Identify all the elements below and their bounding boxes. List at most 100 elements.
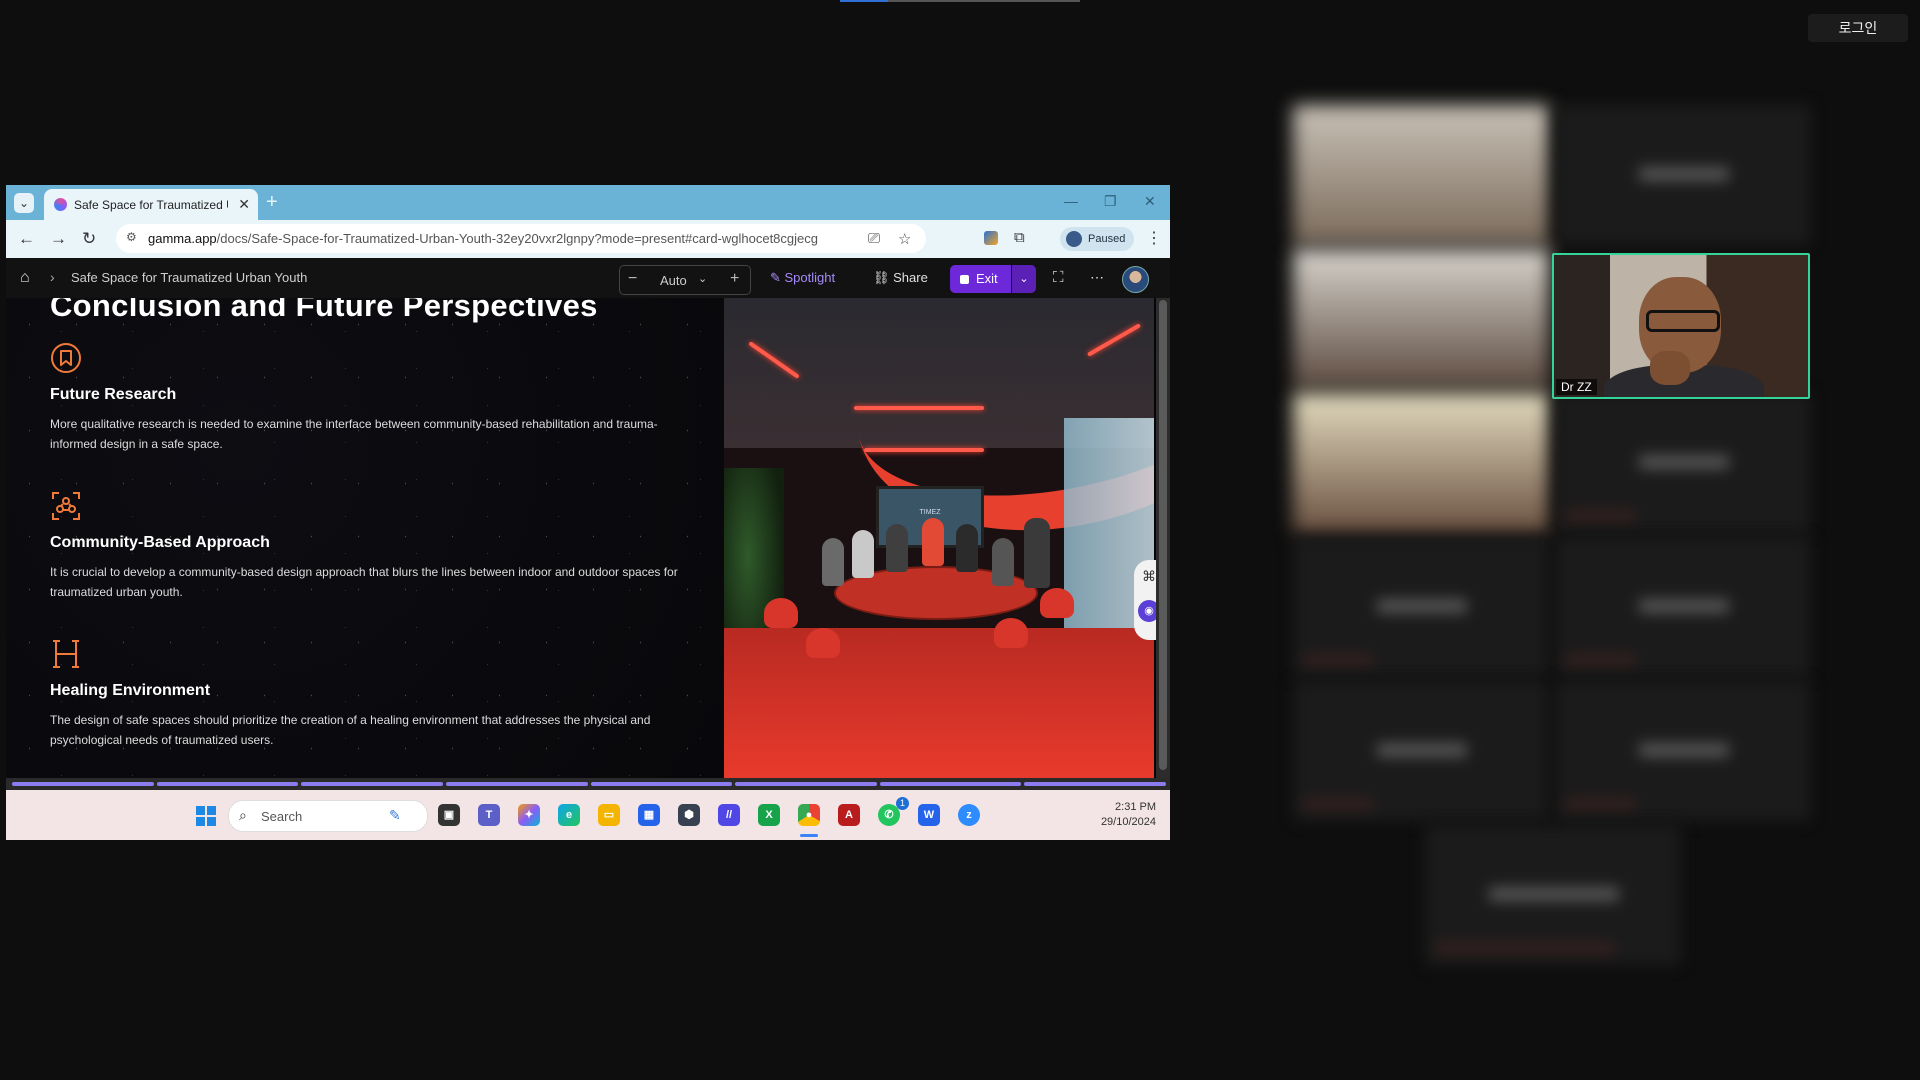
participant-video-tile[interactable]	[1293, 105, 1549, 245]
participant-tile[interactable]	[1425, 825, 1681, 965]
search-placeholder: Search	[261, 809, 303, 824]
browser-tab-bar: ⌄ Safe Space for Traumatized Urb ✕ + — ❐…	[6, 185, 1170, 220]
fullscreen-icon[interactable]: ⛶	[1053, 269, 1064, 286]
xbox-icon[interactable]: X	[758, 804, 780, 826]
feature-body: More qualitative research is needed to e…	[50, 417, 658, 451]
gamma-toolbar: ⌂ › Safe Space for Traumatized Urban You…	[6, 258, 1170, 298]
search-highlight-icon: ✎	[389, 807, 401, 823]
install-app-icon[interactable]: ⎚	[868, 230, 880, 247]
bookmark-icon	[51, 343, 81, 373]
profile-paused-button[interactable]: Paused	[1060, 227, 1134, 251]
participant-video-tile[interactable]	[1293, 249, 1549, 389]
whatsapp-notification-badge: 1	[896, 797, 909, 810]
screen-share-indicator	[840, 0, 1080, 2]
zoom-control: − Auto ⌄ +	[619, 265, 751, 295]
copilot-icon[interactable]: ✦	[518, 804, 540, 826]
chrome-active-indicator	[800, 834, 818, 837]
close-window-icon[interactable]: ✕	[1144, 193, 1156, 210]
slide-photo-meeting-room: TIMEZ	[724, 298, 1154, 778]
spotlight-button[interactable]: ✎ Spotlight	[770, 270, 835, 286]
close-tab-icon[interactable]: ✕	[238, 196, 250, 213]
login-button[interactable]: 로그인	[1808, 14, 1908, 42]
user-avatar[interactable]	[1122, 266, 1149, 293]
chevron-down-icon[interactable]: ⌄	[698, 272, 707, 285]
browser-toolbar: ← → ↻ ⚙ gamma.app/docs/Safe-Space-for-Tr…	[6, 220, 1170, 258]
minimize-icon[interactable]: —	[1064, 193, 1078, 209]
feature-body: It is crucial to develop a community-bas…	[50, 565, 678, 599]
clock-date: 29/10/2024	[1100, 816, 1156, 828]
exit-dropdown-chevron-icon[interactable]: ⌄	[1012, 265, 1036, 293]
exit-present-button[interactable]: Exit	[950, 265, 1011, 293]
progress-segment[interactable]	[1024, 782, 1166, 786]
grid-apps-icon[interactable]: ⌘	[1142, 568, 1156, 585]
speaker-name-label: Dr ZZ	[1556, 379, 1597, 395]
letter-h-icon	[53, 640, 79, 668]
progress-segment[interactable]	[12, 782, 154, 786]
file-explorer-icon[interactable]: ▭	[598, 804, 620, 826]
tab-search-icon[interactable]: ⌄	[14, 193, 34, 213]
address-bar[interactable]: ⚙ gamma.app/docs/Safe-Space-for-Traumati…	[116, 224, 926, 253]
task-view-icon[interactable]: ▣	[438, 804, 460, 826]
slide-scrollbar[interactable]	[1156, 298, 1170, 778]
edge-icon[interactable]: e	[558, 804, 580, 826]
progress-segment[interactable]	[301, 782, 443, 786]
participant-tile[interactable]	[1293, 537, 1549, 677]
word-icon[interactable]: W	[918, 804, 940, 826]
breadcrumb[interactable]: Safe Space for Traumatized Urban Youth	[71, 270, 307, 285]
progress-segment[interactable]	[590, 782, 733, 786]
progress-segment[interactable]	[879, 782, 1022, 786]
new-tab-button[interactable]: +	[266, 191, 278, 214]
zoom-app-icon[interactable]: z	[958, 804, 980, 826]
more-options-icon[interactable]: ⋯	[1090, 269, 1104, 286]
gamma-favicon-icon	[54, 198, 67, 211]
participant-tile[interactable]	[1555, 393, 1811, 533]
acrobat-icon[interactable]: A	[838, 804, 860, 826]
progress-segment[interactable]	[445, 782, 588, 786]
slide-progress-bar	[6, 778, 1170, 790]
system-clock[interactable]: 2:31 PM 29/10/2024	[1084, 800, 1156, 830]
participant-tile[interactable]	[1555, 681, 1811, 821]
progress-segment[interactable]	[156, 782, 299, 786]
forward-arrow-icon[interactable]: →	[50, 229, 67, 249]
link-icon: ⛓	[873, 270, 894, 285]
feature-heading: Community-Based Approach	[50, 534, 270, 551]
home-icon[interactable]: ⌂	[20, 269, 30, 287]
windows-taskbar: ⌕ Search ✎ ▣ T ✦ e ▭ ▦ ⬢ // X ● A ✆ 1 W …	[6, 790, 1170, 840]
chevron-right-icon: ›	[50, 269, 55, 285]
extensions-puzzle-icon[interactable]: ⧉	[1014, 229, 1025, 246]
scrollbar-thumb[interactable]	[1159, 300, 1167, 770]
zoom-out-button[interactable]: −	[628, 270, 637, 288]
participant-video-tile[interactable]	[1293, 393, 1549, 533]
back-arrow-icon[interactable]: ←	[18, 229, 35, 249]
chrome-icon[interactable]: ●	[798, 804, 820, 826]
progress-segment[interactable]	[735, 782, 877, 786]
browser-tab[interactable]: Safe Space for Traumatized Urb ✕	[44, 189, 258, 220]
extension-icon[interactable]	[984, 231, 998, 245]
participant-tile[interactable]	[1555, 537, 1811, 677]
participant-gallery	[1285, 97, 1815, 977]
feature-heading: Healing Environment	[50, 682, 211, 699]
participant-tile[interactable]	[1293, 681, 1549, 821]
site-settings-icon[interactable]: ⚙	[126, 230, 137, 244]
teams-icon[interactable]: T	[478, 804, 500, 826]
shared-screen: ⌄ Safe Space for Traumatized Urb ✕ + — ❐…	[6, 185, 1170, 840]
restore-icon[interactable]: ❐	[1104, 193, 1117, 210]
app-hexagon-icon[interactable]: ⬢	[678, 804, 700, 826]
app-slash-icon[interactable]: //	[718, 804, 740, 826]
reload-icon[interactable]: ↻	[82, 229, 96, 249]
store-icon[interactable]: ▦	[638, 804, 660, 826]
active-speaker-tile[interactable]: Dr ZZ	[1552, 253, 1810, 399]
tab-title: Safe Space for Traumatized Urb	[74, 198, 228, 212]
share-button[interactable]: ⛓ Share	[873, 270, 928, 286]
browser-menu-icon[interactable]: ⋮	[1146, 228, 1162, 248]
windows-start-icon[interactable]	[196, 806, 216, 826]
slide-title: Conclusion and Future Perspectives	[50, 298, 598, 323]
bookmark-star-icon[interactable]: ☆	[898, 230, 911, 248]
zoom-in-button[interactable]: +	[730, 270, 739, 288]
search-icon: ⌕	[239, 807, 247, 823]
spotlight-icon: ✎	[770, 270, 785, 285]
zoom-value[interactable]: Auto	[660, 273, 687, 288]
taskbar-search[interactable]: ⌕ Search ✎	[228, 800, 428, 832]
url-text: gamma.app/docs/Safe-Space-for-Traumatize…	[148, 231, 818, 246]
participant-tile[interactable]	[1555, 105, 1811, 245]
